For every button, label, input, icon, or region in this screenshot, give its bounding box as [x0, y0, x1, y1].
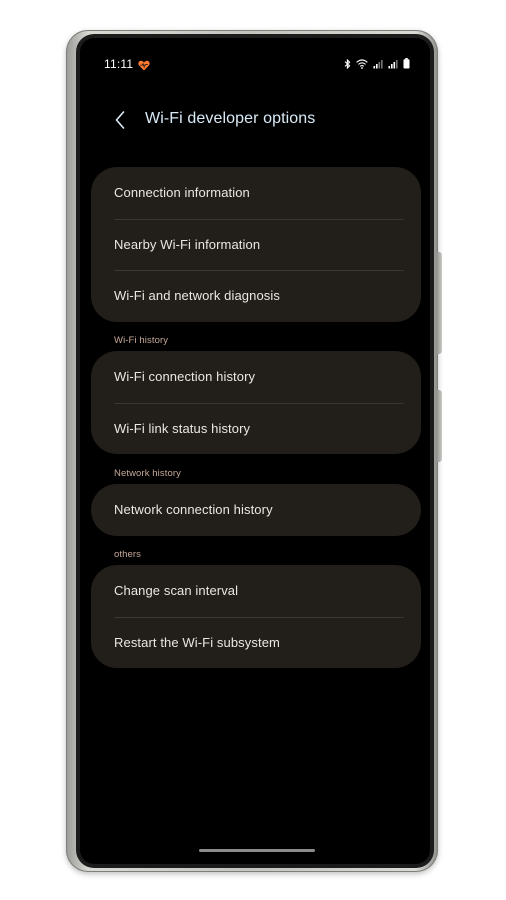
settings-card-wifi-history: Wi-Fi connection history Wi-Fi link stat… [91, 351, 421, 454]
battery-icon [403, 58, 410, 69]
wifi-network-diagnosis-item[interactable]: Wi-Fi and network diagnosis [91, 270, 421, 322]
home-indicator[interactable] [199, 849, 315, 852]
power-button [436, 390, 442, 462]
phone-screen: 11:11 Wi-Fi developer options Connection… [80, 38, 430, 864]
heart-notification-icon [138, 58, 150, 71]
wifi-connection-history-item[interactable]: Wi-Fi connection history [91, 351, 421, 403]
page-title: Wi-Fi developer options [145, 110, 316, 127]
status-bar: 11:11 [80, 38, 430, 78]
signal-icon [373, 59, 383, 69]
status-icons [344, 58, 410, 69]
bluetooth-icon [344, 58, 351, 69]
settings-card-others: Change scan interval Restart the Wi-Fi s… [91, 565, 421, 668]
wifi-icon [356, 58, 368, 69]
section-label-network-history: Network history [114, 468, 181, 479]
change-scan-interval-item[interactable]: Change scan interval [91, 565, 421, 617]
network-connection-history-item[interactable]: Network connection history [91, 484, 421, 536]
wifi-link-status-history-item[interactable]: Wi-Fi link status history [91, 402, 421, 455]
section-label-wifi-history: Wi-Fi history [114, 335, 169, 346]
device-mockup: 11:11 Wi-Fi developer options Connection… [0, 0, 506, 900]
chevron-left-icon [115, 111, 125, 129]
settings-card-network-history: Network connection history [91, 484, 421, 536]
status-time: 11:11 [104, 57, 134, 71]
app-header: Wi-Fi developer options [80, 102, 430, 138]
connection-information-item[interactable]: Connection information [91, 167, 421, 219]
nearby-wifi-information-item[interactable]: Nearby Wi-Fi information [91, 218, 421, 271]
restart-wifi-subsystem-item[interactable]: Restart the Wi-Fi subsystem [91, 616, 421, 669]
back-button[interactable] [108, 106, 132, 134]
settings-card-main: Connection information Nearby Wi-Fi info… [91, 167, 421, 322]
volume-button [436, 252, 442, 354]
section-label-others: others [114, 549, 142, 560]
signal-icon [388, 59, 398, 69]
